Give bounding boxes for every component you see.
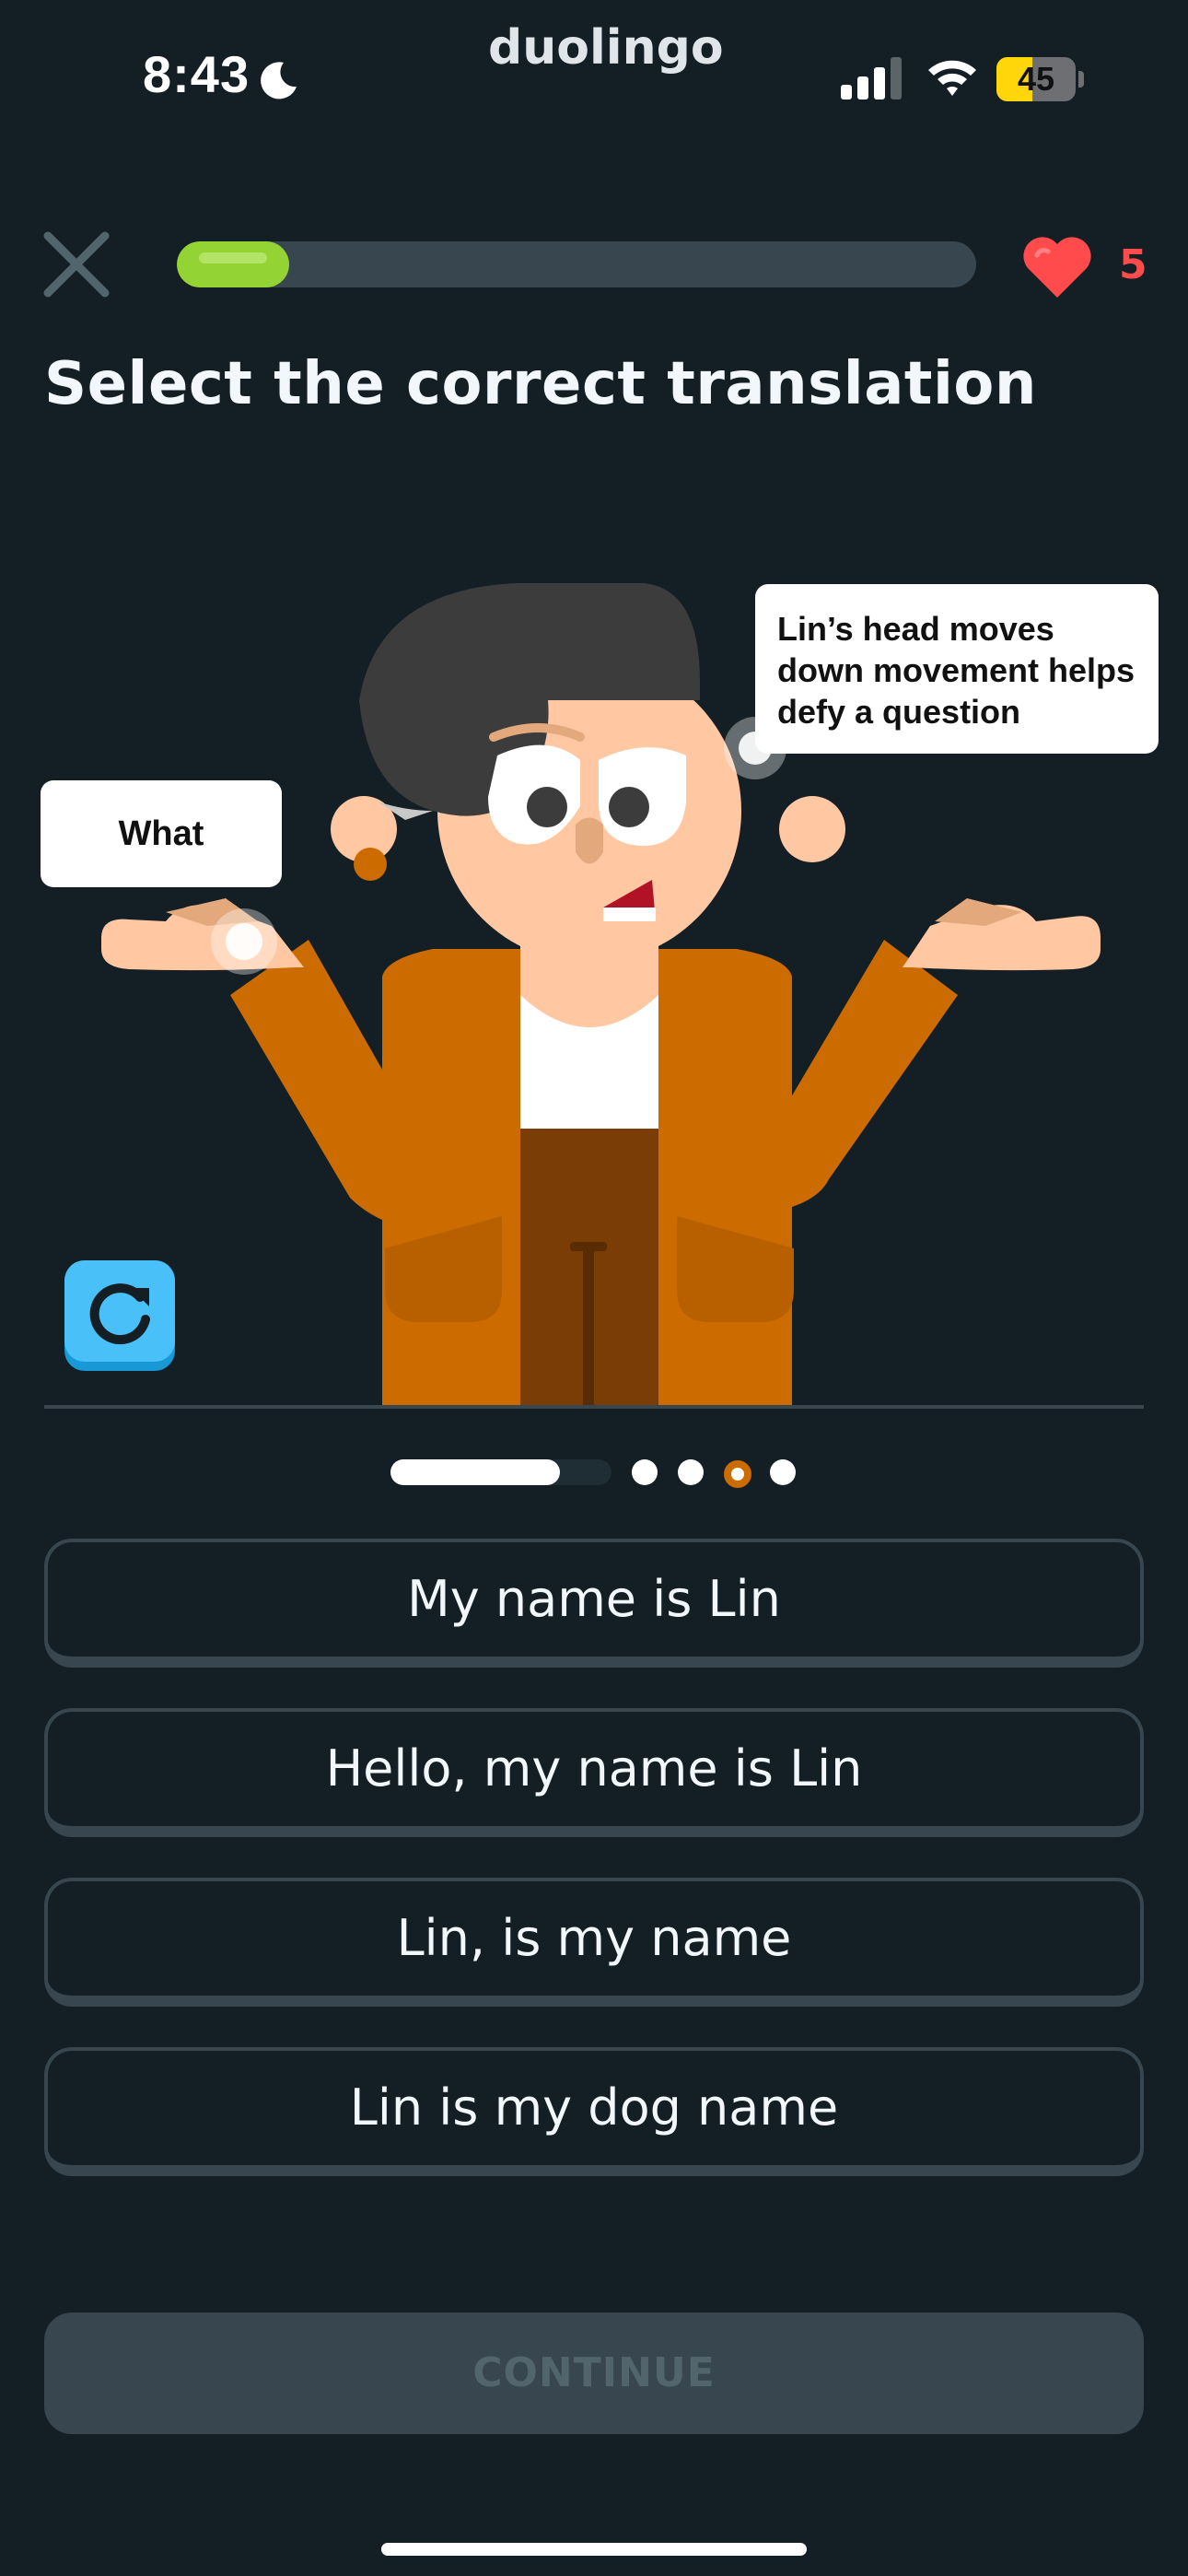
home-indicator[interactable] bbox=[381, 2543, 807, 2556]
pager-dot-active[interactable] bbox=[724, 1460, 751, 1488]
continue-button[interactable]: CONTINUE bbox=[44, 2313, 1144, 2434]
answer-option[interactable]: Hello, my name is Lin bbox=[44, 1708, 1144, 1837]
pager-progress bbox=[390, 1459, 560, 1485]
close-icon[interactable] bbox=[42, 230, 111, 299]
replay-icon bbox=[89, 1283, 150, 1345]
pager-dot[interactable] bbox=[678, 1459, 704, 1485]
heart-icon[interactable] bbox=[1020, 235, 1094, 299]
status-time: 8:43 bbox=[143, 45, 250, 103]
answer-option[interactable]: Lin, is my name bbox=[44, 1878, 1144, 2007]
moon-icon bbox=[261, 62, 297, 100]
battery-percent: 45 bbox=[1017, 60, 1055, 98]
carrier-logo: duolingo bbox=[488, 20, 724, 76]
answer-option[interactable]: Lin is my dog name bbox=[44, 2047, 1144, 2176]
ground-line bbox=[44, 1405, 1144, 1409]
lesson-progress-bar bbox=[177, 241, 976, 287]
answer-option[interactable]: My name is Lin bbox=[44, 1539, 1144, 1668]
pager-dot[interactable] bbox=[770, 1459, 796, 1485]
replay-button[interactable] bbox=[64, 1260, 175, 1371]
speech-bubble-left: What bbox=[41, 780, 282, 887]
wifi-icon bbox=[928, 60, 976, 96]
battery-icon: 45 bbox=[996, 57, 1085, 101]
pager-dot[interactable] bbox=[632, 1459, 658, 1485]
hearts-count: 5 bbox=[1119, 241, 1147, 288]
instruction-title: Select the correct translation bbox=[44, 350, 1037, 418]
speech-bubble-right: Lin’s head moves down movement helps def… bbox=[755, 584, 1159, 754]
signal-icon bbox=[841, 57, 902, 100]
